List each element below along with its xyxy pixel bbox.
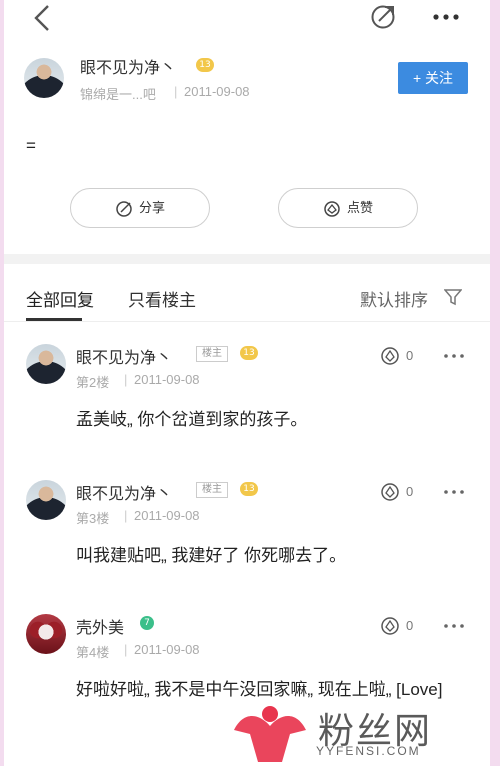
like-count: 0 [406, 618, 414, 633]
reply-text: 叫我建贴吧„ 我建好了 你死哪去了。 [76, 546, 347, 565]
reply-author[interactable]: 眼不见为净丶 [76, 344, 172, 368]
tab-all-replies[interactable]: 全部回复 [26, 286, 94, 311]
like-label: 点赞 [346, 200, 373, 215]
like-count: 0 [406, 484, 414, 499]
level-badge-icon: 13 [196, 58, 214, 72]
author-name[interactable]: 眼不见为净丶 [80, 54, 176, 78]
share-button[interactable]: 分享 [70, 188, 210, 228]
reply-author[interactable]: 眼不见为净丶 [76, 480, 172, 504]
back-icon[interactable] [32, 4, 54, 32]
more-options-icon[interactable] [444, 354, 464, 358]
reply-date: 2011-09-08 [134, 642, 200, 657]
share-icon [116, 200, 132, 217]
active-tab-indicator [26, 318, 82, 321]
thread-screen: 眼不见为净丶 13 锦绵是一...吧 | 2011-09-08 + 关注 = 分… [4, 0, 490, 766]
meta-separator: | [124, 372, 128, 387]
reply-avatar[interactable] [26, 344, 66, 384]
follow-button[interactable]: + 关注 [398, 62, 468, 94]
more-options-icon[interactable] [444, 624, 464, 628]
level-badge-icon: 13 [240, 346, 258, 360]
level-badge-icon: 7 [140, 616, 154, 630]
filter-icon[interactable] [444, 288, 462, 306]
sort-dropdown[interactable]: 默认排序 [360, 286, 428, 311]
meta-separator: | [174, 84, 178, 99]
reply-floor: 第4楼 [76, 645, 110, 660]
more-options-icon[interactable] [444, 490, 464, 494]
like-icon [324, 200, 340, 217]
top-bar [4, 0, 490, 40]
owner-tag: 楼主 [196, 482, 228, 498]
level-badge-icon: 13 [240, 482, 258, 496]
tab-owner-only[interactable]: 只看楼主 [128, 286, 196, 311]
section-divider [4, 254, 490, 264]
like-button[interactable]: 点赞 [278, 188, 418, 228]
meta-separator: | [124, 508, 128, 523]
watermark-url: YYFENSI.COM [316, 744, 421, 758]
more-options-icon[interactable] [432, 14, 460, 20]
reply-avatar[interactable] [26, 480, 66, 520]
like-icon[interactable] [380, 482, 400, 502]
reply-date: 2011-09-08 [134, 508, 200, 523]
like-count: 0 [406, 348, 414, 363]
reply-date: 2011-09-08 [134, 372, 200, 387]
author-signature: 锦绵是一...吧 [80, 87, 156, 102]
reply-floor: 第2楼 [76, 375, 110, 390]
share-label: 分享 [138, 200, 165, 215]
like-icon[interactable] [380, 346, 400, 366]
share-icon[interactable] [370, 4, 396, 30]
post-body: = [26, 136, 36, 155]
owner-tag: 楼主 [196, 346, 228, 362]
reply-avatar[interactable] [26, 614, 66, 654]
post-header: 眼不见为净丶 13 锦绵是一...吧 | 2011-09-08 + 关注 [4, 44, 490, 122]
like-icon[interactable] [380, 616, 400, 636]
author-avatar[interactable] [24, 58, 64, 98]
reply-floor: 第3楼 [76, 511, 110, 526]
meta-separator: | [124, 642, 128, 657]
post-date: 2011-09-08 [184, 84, 250, 99]
reply-tabs: 全部回复 只看楼主 默认排序 [4, 270, 490, 322]
reply-text: 孟美岐„ 你个岔道到家的孩子。 [76, 410, 308, 429]
reply-author[interactable]: 壳外美 [76, 614, 124, 638]
